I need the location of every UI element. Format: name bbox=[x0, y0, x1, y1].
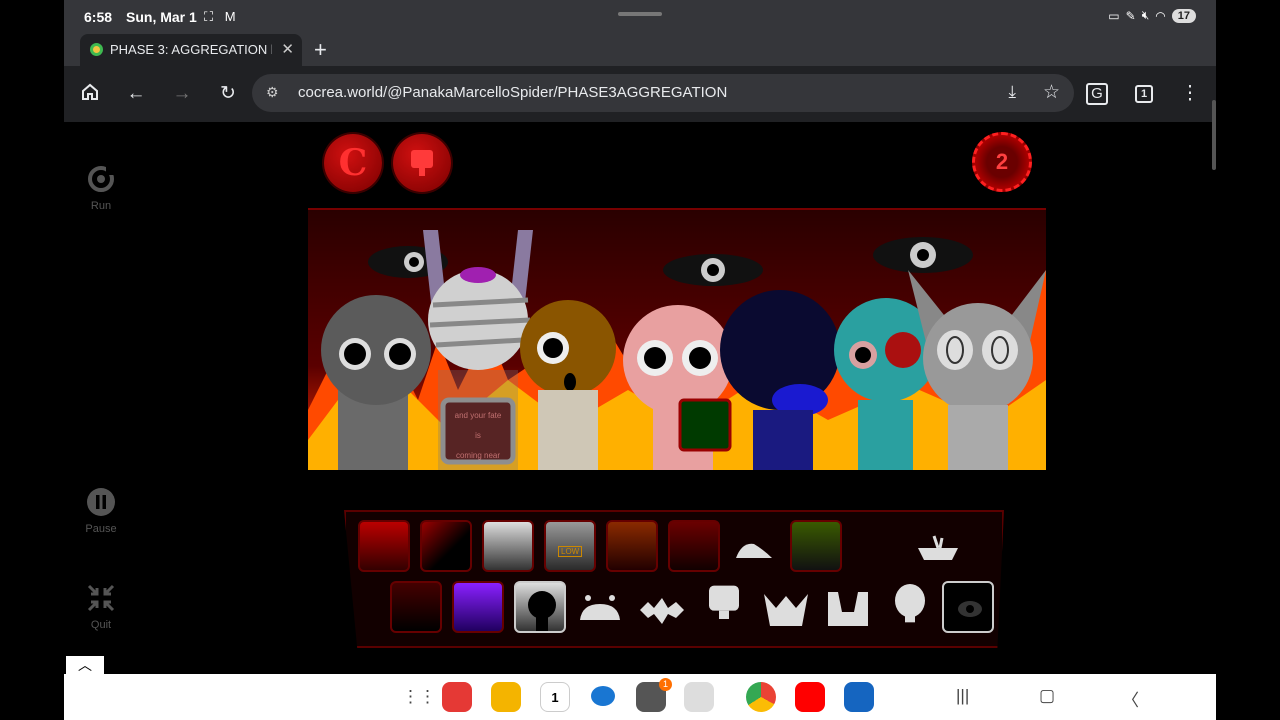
pause-label: Pause bbox=[85, 523, 117, 535]
status-bar: 6:58 Sun, Mar 1 ⛶ M ▭ ✎ 🔇︎ ◠ 17 bbox=[64, 0, 1216, 34]
status-right-icons: ▭ ✎ 🔇︎ ◠ 17 bbox=[1108, 8, 1196, 23]
status-date: Sun, Mar 1 bbox=[126, 9, 197, 25]
pause-control[interactable]: Pause bbox=[64, 487, 138, 535]
app-icon-messages[interactable] bbox=[588, 682, 618, 712]
quit-label: Quit bbox=[90, 619, 112, 631]
run-icon bbox=[88, 166, 114, 192]
favicon-icon bbox=[90, 43, 103, 56]
run-control[interactable]: Run bbox=[64, 164, 138, 212]
url-text[interactable]: cocrea.world/@PanakaMarcelloSpider/PHASE… bbox=[298, 84, 727, 101]
app-icon-youtube[interactable] bbox=[795, 682, 825, 712]
bonus-button[interactable] bbox=[393, 134, 451, 192]
recents-icon[interactable]: ||| bbox=[956, 686, 969, 706]
round-counter[interactable]: 2 bbox=[972, 132, 1032, 192]
effect-slot-3[interactable] bbox=[790, 520, 842, 572]
app-icon-files[interactable] bbox=[491, 682, 521, 712]
window-handle[interactable] bbox=[618, 12, 662, 16]
crown-icon[interactable] bbox=[762, 588, 810, 628]
app-icon-camera[interactable] bbox=[684, 682, 714, 712]
fate-sign-line2: is bbox=[475, 431, 481, 440]
app-icon-notes[interactable] bbox=[442, 682, 472, 712]
mute-icon: 🔇︎ bbox=[1141, 8, 1150, 22]
beat-slot-3[interactable] bbox=[482, 520, 534, 572]
app-icon-calendar[interactable]: 1 bbox=[540, 682, 570, 712]
browser-toolbar: ← → ↻ ⚙ cocrea.world/@PanakaMarcelloSpid… bbox=[64, 66, 1216, 122]
run-label: Run bbox=[90, 200, 112, 212]
wifi-icon: ◠ bbox=[1155, 8, 1166, 23]
bonus-icon bbox=[411, 150, 433, 176]
battery-badge: 17 bbox=[1171, 8, 1196, 23]
expand-up-icon[interactable]: ︿ bbox=[66, 656, 104, 674]
close-tab-icon[interactable]: ✕ bbox=[281, 40, 294, 58]
spiky-icon[interactable] bbox=[638, 590, 686, 630]
device-screen: 6:58 Sun, Mar 1 ⛶ M ▭ ✎ 🔇︎ ◠ 17 PHASE 3:… bbox=[64, 0, 1216, 720]
ears-icon[interactable] bbox=[824, 588, 872, 628]
ship-icon[interactable] bbox=[914, 528, 962, 568]
tab-strip: PHASE 3: AGGREGATION by ✕ + bbox=[64, 34, 1216, 66]
low-label: LOW bbox=[558, 546, 583, 557]
cast-icon: ▭ bbox=[1108, 8, 1120, 23]
home-icon[interactable] bbox=[78, 82, 102, 106]
install-app-icon[interactable]: ⤓ bbox=[1008, 82, 1016, 102]
effect-slot-1[interactable] bbox=[606, 520, 658, 572]
fate-sign-line1: and your fate bbox=[454, 411, 502, 420]
melody-slot-3[interactable] bbox=[514, 581, 566, 633]
game-stage[interactable]: and your fate is coming near bbox=[308, 208, 1046, 470]
beat-slot-2[interactable] bbox=[420, 520, 472, 572]
c-button-label: C bbox=[338, 142, 368, 184]
reload-icon[interactable]: ↻ bbox=[216, 82, 240, 106]
back-icon[interactable]: ← bbox=[124, 82, 148, 106]
home-nav-icon[interactable]: ▢ bbox=[1039, 686, 1055, 706]
melody-slot-4[interactable] bbox=[942, 581, 994, 633]
pause-icon bbox=[87, 488, 115, 516]
tab-switcher-button[interactable]: 1 bbox=[1135, 85, 1153, 103]
status-notification-icons: ⛶ M bbox=[204, 9, 240, 24]
android-taskbar: ⋮⋮⋮ 1 1 ||| ▢ 〈 bbox=[64, 674, 1216, 720]
monitor-icon[interactable] bbox=[700, 584, 748, 624]
round-counter-value: 2 bbox=[995, 149, 1009, 174]
stage-scene bbox=[308, 230, 1046, 470]
pen-icon: ✎ bbox=[1125, 8, 1136, 23]
site-info-icon[interactable]: ⚙ bbox=[266, 84, 279, 101]
melody-slot-2[interactable] bbox=[452, 581, 504, 633]
fate-sign-line3: coming near bbox=[455, 451, 501, 460]
tab-title: PHASE 3: AGGREGATION by bbox=[110, 42, 272, 57]
menu-icon[interactable]: ⋮ bbox=[1178, 82, 1202, 106]
translate-icon[interactable]: G bbox=[1086, 83, 1108, 105]
new-tab-button[interactable]: + bbox=[314, 37, 327, 63]
beat-slot-4[interactable]: LOW bbox=[544, 520, 596, 572]
forward-icon[interactable]: → bbox=[170, 82, 194, 106]
eye-icon bbox=[958, 601, 982, 617]
back-nav-icon[interactable]: 〈 bbox=[1122, 686, 1139, 711]
collapse-icon bbox=[87, 584, 115, 612]
antenna-icon[interactable] bbox=[576, 586, 624, 626]
browser-tab[interactable]: PHASE 3: AGGREGATION by ✕ bbox=[80, 34, 302, 66]
fate-sign: and your fate is coming near bbox=[446, 406, 510, 466]
address-bar[interactable]: ⚙ cocrea.world/@PanakaMarcelloSpider/PHA… bbox=[252, 74, 1074, 112]
app-icon-chrome[interactable] bbox=[746, 682, 776, 712]
calendar-day-number: 1 bbox=[551, 690, 559, 705]
melody-slot-1[interactable] bbox=[390, 581, 442, 633]
status-time: 6:58 bbox=[84, 9, 113, 25]
c-button[interactable]: C bbox=[324, 134, 382, 192]
quit-control[interactable]: Quit bbox=[64, 583, 138, 631]
egg-icon[interactable] bbox=[886, 584, 934, 624]
beat-slot-1[interactable] bbox=[358, 520, 410, 572]
notification-badge: 1 bbox=[659, 678, 672, 691]
hat-icon[interactable] bbox=[732, 530, 780, 570]
page-scrollbar[interactable] bbox=[1212, 100, 1216, 170]
bookmark-star-icon[interactable]: ☆ bbox=[1043, 81, 1060, 104]
app-icon-roblox[interactable] bbox=[844, 682, 874, 712]
silhouette-icon bbox=[528, 591, 556, 631]
effect-slot-2[interactable] bbox=[668, 520, 720, 572]
app-icon-folder[interactable]: 1 bbox=[636, 678, 672, 712]
